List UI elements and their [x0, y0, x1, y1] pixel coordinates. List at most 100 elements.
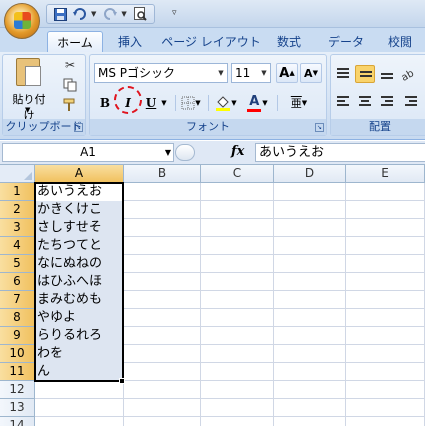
formula-bar-resize-icon[interactable]: [175, 144, 195, 161]
top-align-button[interactable]: [333, 65, 353, 83]
column-header-c[interactable]: C: [201, 165, 274, 183]
phonetic-guide-button[interactable]: 亜 ▼: [284, 93, 314, 113]
ribbon-tabs: ホーム 挿入 ページ レイアウト 数式 データ 校閲: [0, 28, 425, 52]
grow-font-button[interactable]: A ▲: [276, 63, 298, 83]
fill-handle[interactable]: [119, 378, 125, 384]
shrink-font-button[interactable]: A ▼: [300, 63, 322, 83]
orientation-button[interactable]: ab: [400, 65, 421, 84]
clipboard-launcher-icon[interactable]: ↘: [74, 123, 83, 132]
row-header-7[interactable]: 7: [0, 291, 35, 309]
chevron-down-icon: ▼: [301, 99, 308, 107]
formula-input[interactable]: あいうえお: [255, 143, 425, 162]
row-header-1[interactable]: 1: [0, 183, 35, 201]
gridline: [123, 183, 124, 426]
office-button[interactable]: [4, 3, 40, 39]
tab-home[interactable]: ホーム: [47, 31, 103, 52]
border-button[interactable]: ▼: [180, 93, 202, 113]
select-all-button[interactable]: [0, 165, 35, 183]
cell-a3[interactable]: さしすせそ: [35, 219, 123, 237]
paste-dropdown-icon[interactable]: ▼: [25, 106, 30, 114]
cell-a2[interactable]: かきくけこ: [35, 201, 123, 219]
cell-a6[interactable]: はひふへほ: [35, 273, 123, 291]
cell-a4[interactable]: たちつてと: [35, 237, 123, 255]
alignment-group-label: 配置: [331, 119, 425, 135]
fill-color-button[interactable]: ▼: [214, 93, 238, 113]
gridline: [345, 183, 346, 426]
cell-a8[interactable]: やゆよ: [35, 309, 123, 327]
print-preview-icon[interactable]: [132, 6, 150, 22]
row-header-11[interactable]: 11: [0, 363, 35, 381]
gridline: [273, 183, 274, 426]
svg-text:ab: ab: [401, 68, 416, 83]
chevron-down-icon[interactable]: ▼: [165, 144, 171, 161]
column-header-d[interactable]: D: [274, 165, 346, 183]
row-header-5[interactable]: 5: [0, 255, 35, 273]
clipboard-group: 貼り付け ▼ ✂ クリップボード ↘: [2, 54, 86, 136]
tab-data[interactable]: データ: [322, 31, 370, 52]
tab-page-layout[interactable]: ページ レイアウト: [158, 31, 264, 52]
bold-button[interactable]: B: [96, 93, 114, 113]
column-header-a[interactable]: A: [35, 165, 124, 183]
tab-review[interactable]: 校閲: [378, 31, 422, 52]
underline-dropdown-icon[interactable]: ▼: [159, 93, 169, 113]
font-launcher-icon[interactable]: ↘: [315, 123, 324, 132]
gridline: [35, 416, 425, 417]
worksheet-grid[interactable]: ABCDE 1 2 3 4 5 6 7 8 9 10 11 12 13 14 あいうえお かきくけこ さしすせ…: [0, 165, 425, 426]
italic-highlight-annotation: [114, 86, 142, 114]
font-name-combo[interactable]: MS Pゴシック ▼: [94, 63, 228, 83]
grow-font-label: A: [279, 65, 290, 81]
row-header-8[interactable]: 8: [0, 309, 35, 327]
align-left-button[interactable]: [333, 93, 353, 111]
border-icon: [181, 96, 195, 110]
customize-qat-icon[interactable]: ▿: [172, 8, 177, 18]
column-header-b[interactable]: B: [124, 165, 201, 183]
middle-align-button[interactable]: [355, 65, 375, 83]
cell-a5[interactable]: なにぬねの: [35, 255, 123, 273]
chevron-down-icon: ▼: [195, 99, 201, 107]
name-box[interactable]: A1 ▼: [2, 143, 174, 162]
gridline: [200, 183, 201, 426]
chevron-down-icon[interactable]: ▼: [258, 64, 270, 82]
undo-dropdown-icon[interactable]: ▼: [91, 10, 96, 18]
font-size-value: 11: [235, 66, 251, 80]
text-orientation-icon: ab: [400, 68, 416, 84]
paste-button[interactable]: 貼り付け ▼: [8, 58, 48, 122]
row-header-9[interactable]: 9: [0, 327, 35, 345]
cell-a11[interactable]: ん: [35, 363, 123, 381]
insert-function-button[interactable]: fx: [231, 144, 244, 159]
bottom-align-button[interactable]: [377, 65, 397, 83]
row-header-6[interactable]: 6: [0, 273, 35, 291]
undo-icon[interactable]: [71, 6, 89, 22]
save-icon[interactable]: [51, 6, 69, 22]
separator: [175, 95, 176, 111]
row-header-2[interactable]: 2: [0, 201, 35, 219]
cell-a9[interactable]: らりるれろ: [35, 327, 123, 345]
name-box-value: A1: [80, 145, 96, 159]
separator: [208, 95, 209, 111]
row-header-12[interactable]: 12: [0, 381, 35, 399]
row-header-13[interactable]: 13: [0, 399, 35, 417]
cut-icon[interactable]: ✂: [61, 58, 79, 74]
cell-a1[interactable]: あいうえお: [35, 183, 123, 201]
redo-icon[interactable]: [101, 6, 119, 22]
tab-insert[interactable]: 挿入: [108, 31, 152, 52]
format-painter-icon[interactable]: [61, 98, 79, 114]
cell-a10[interactable]: わを: [35, 345, 123, 363]
row-header-3[interactable]: 3: [0, 219, 35, 237]
font-size-combo[interactable]: 11 ▼: [231, 63, 271, 83]
decrease-indent-button[interactable]: [401, 93, 421, 111]
redo-dropdown-icon[interactable]: ▼: [121, 10, 126, 18]
row-header-14[interactable]: 14: [0, 417, 35, 426]
chevron-down-icon[interactable]: ▼: [215, 64, 227, 82]
row-header-10[interactable]: 10: [0, 345, 35, 363]
copy-icon[interactable]: [61, 78, 79, 94]
align-center-button[interactable]: [355, 93, 375, 111]
font-color-button[interactable]: A ▼: [245, 93, 269, 113]
column-header-e[interactable]: E: [346, 165, 425, 183]
cell-a7[interactable]: まみむめも: [35, 291, 123, 309]
row-header-4[interactable]: 4: [0, 237, 35, 255]
align-right-button[interactable]: [377, 93, 397, 111]
chevron-down-icon: ▼: [231, 99, 237, 107]
underline-button[interactable]: U: [143, 93, 159, 113]
tab-formulas[interactable]: 数式: [267, 31, 311, 52]
